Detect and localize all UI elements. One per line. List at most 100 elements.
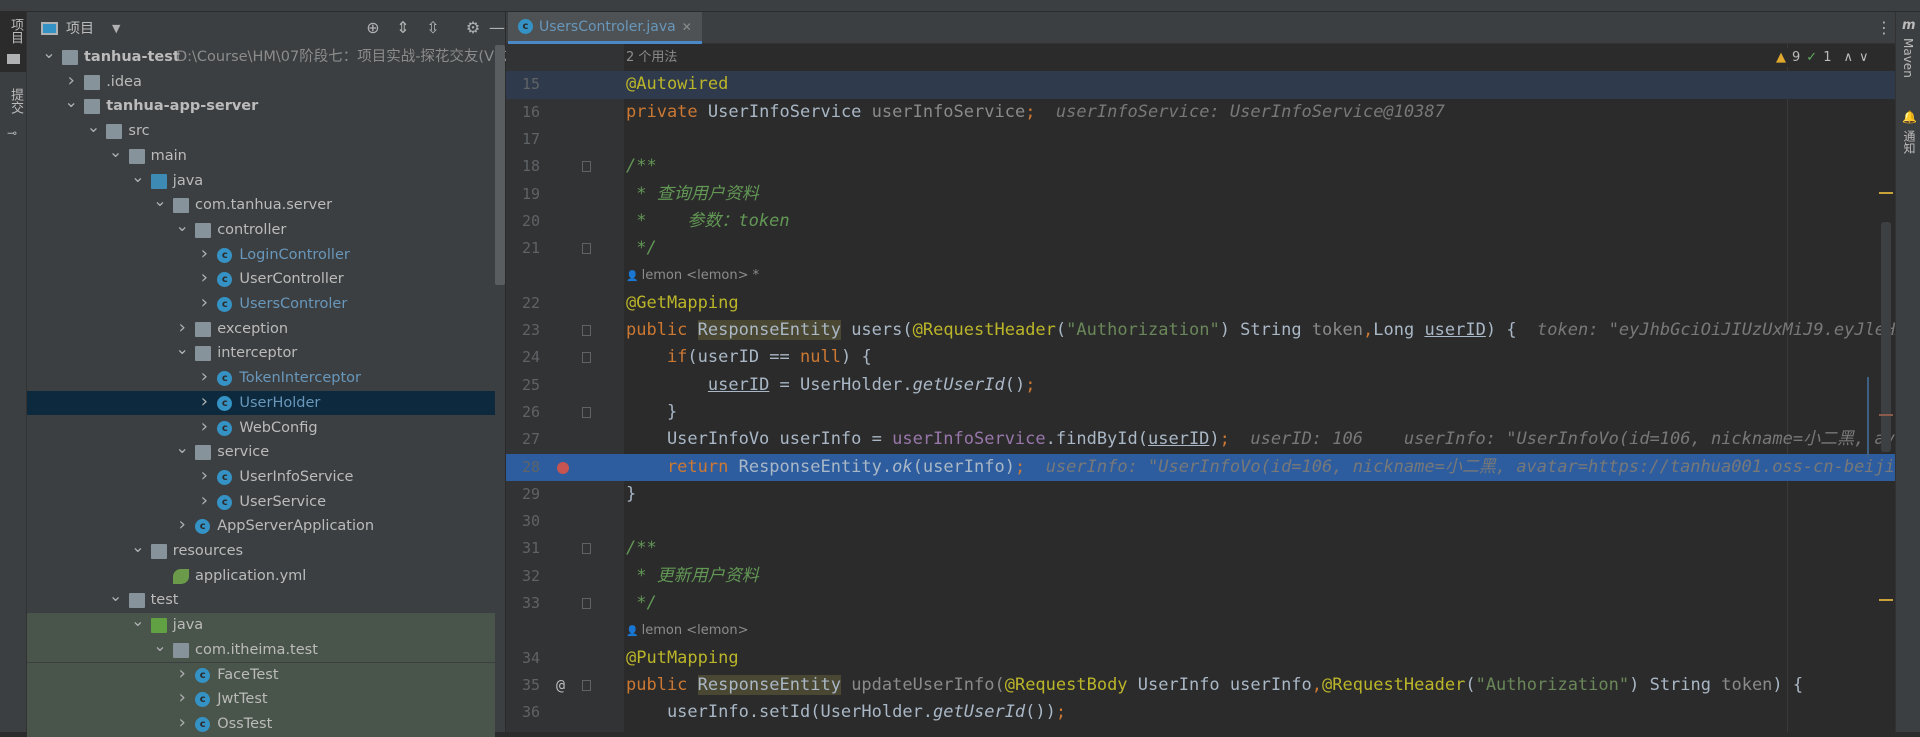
tree-item[interactable]: ⌄ controller [27, 217, 495, 243]
locate-icon[interactable]: ⊕ [363, 18, 383, 38]
inspection-widget[interactable]: ▲ 9 ✓ 1 ∧ ∨ [1770, 48, 1875, 67]
close-icon[interactable]: ✕ [682, 20, 692, 34]
chevron-right-icon[interactable]: › [197, 366, 211, 388]
chevron-right-icon[interactable]: › [175, 663, 189, 685]
chevron-down-icon[interactable]: ⌄ [109, 588, 123, 604]
chevron-right-icon[interactable]: › [197, 292, 211, 314]
hint-text[interactable]: 2 个用法 [626, 50, 677, 65]
tree-item[interactable]: application.yml [27, 564, 495, 589]
maven-icon: m [1902, 18, 1916, 33]
chevron-down-icon[interactable]: ⌄ [153, 193, 167, 209]
fold-marker-icon[interactable] [582, 161, 591, 173]
chevron-right-icon[interactable]: › [197, 243, 211, 265]
tree-item[interactable]: ⌄ main [27, 143, 495, 169]
warning-marker[interactable] [1879, 192, 1893, 194]
fold-marker-icon[interactable] [582, 243, 591, 255]
tree-item[interactable]: › c UserInfoService [27, 465, 495, 490]
tree-item[interactable]: ⌄ service [27, 440, 495, 465]
chevron-down-icon[interactable]: ⌄ [42, 45, 56, 61]
tree-item[interactable]: › c UserController [27, 267, 495, 292]
project-view-title[interactable]: 项目 [66, 18, 94, 38]
tree-item[interactable]: ⌄ resources [27, 539, 495, 564]
line-number: 29 [521, 484, 540, 503]
expand-all-icon[interactable]: ⇕ [393, 18, 413, 38]
code-area[interactable]: 2 个用法 15 @Autowired 16 private UserInfoServi… [506, 44, 1895, 732]
tree-item[interactable]: ⌄ com.itheima.test [27, 637, 495, 663]
next-highlight-icon[interactable]: ∨ [1859, 50, 1869, 65]
chevron-right-icon[interactable]: › [197, 267, 211, 289]
fold-marker-icon[interactable] [582, 352, 591, 364]
tree-item[interactable]: › c UserHolder [27, 390, 495, 416]
error-stripe[interactable] [1867, 44, 1895, 732]
fold-marker-icon[interactable] [582, 543, 591, 555]
hint-text[interactable]: lemon <lemon> [642, 623, 749, 638]
tree-item[interactable]: ⌄ tanhua-test D:\Course\HM\07阶段七：项目实战-探花交友… [27, 45, 532, 70]
warning-marker[interactable] [1879, 599, 1893, 601]
chevron-down-icon[interactable]: ⌄ [175, 217, 189, 234]
tree-scrollbar[interactable] [495, 45, 505, 285]
chevron-right-icon[interactable]: › [175, 712, 189, 734]
chevron-down-icon[interactable]: ⌄ [175, 341, 189, 357]
chevron-down-icon[interactable]: ⌄ [109, 143, 123, 160]
chevron-right-icon[interactable]: › [175, 317, 189, 339]
tree-item[interactable]: ⌄ src [27, 119, 495, 144]
chevron-right-icon[interactable]: › [64, 70, 78, 92]
tree-item[interactable]: ⌄ java [27, 168, 495, 194]
commit-tool-tab[interactable]: 提交 ⊸ [0, 84, 26, 144]
gear-icon[interactable]: ⚙ [463, 18, 483, 38]
tree-item[interactable]: ⌄ java [27, 613, 495, 638]
hint-text[interactable]: lemon <lemon> * [642, 268, 759, 283]
code-text: @Autowired [626, 71, 728, 98]
tree-item[interactable]: › c LoginController [27, 243, 495, 268]
chevron-down-icon[interactable]: ⌄ [64, 94, 78, 110]
chevron-down-icon[interactable]: ⌄ [131, 168, 145, 185]
tree-item[interactable]: ⌄ test [27, 588, 495, 613]
breakpoint-icon[interactable] [557, 461, 569, 474]
tab-userscontroler-java[interactable]: c UsersControler.java ✕ [508, 12, 702, 44]
more-options-icon[interactable]: ⋮ [1876, 18, 1892, 37]
tree-item[interactable]: › c OssTest [27, 711, 495, 737]
editor-scrollbar-thumb[interactable] [1881, 222, 1891, 452]
tree-item[interactable]: › c FaceTest [27, 662, 495, 688]
fold-marker-icon[interactable] [582, 679, 591, 691]
chevron-right-icon[interactable]: › [197, 391, 211, 413]
fold-marker-icon[interactable] [582, 325, 591, 336]
chevron-right-icon[interactable]: › [197, 490, 211, 512]
tree-item[interactable]: ⌄ tanhua-app-server [27, 94, 495, 119]
fold-marker-icon[interactable] [582, 406, 591, 418]
code-token: } [626, 483, 637, 504]
tree-item[interactable]: › c AppServerApplication [27, 514, 495, 539]
code-text: userInfo.setId(UserHolder.getUserId()); [626, 699, 1066, 726]
tree-item[interactable]: › c UsersControler [27, 292, 495, 317]
tree-item[interactable]: › .idea [27, 70, 495, 95]
chevron-down-icon[interactable]: ▼ [112, 22, 120, 35]
code-text: UserInfoVo userInfo = userInfoService.fi… [626, 426, 1895, 453]
code-token: null [800, 347, 841, 368]
tree-item[interactable]: ⌄ interceptor [27, 341, 495, 366]
tree-item[interactable]: › c WebConfig [27, 416, 495, 441]
maven-tool-tab[interactable]: m Maven [1896, 16, 1920, 96]
notifications-tool-tab[interactable]: 🔔 通知 [1896, 108, 1920, 168]
chevron-right-icon[interactable]: › [197, 465, 211, 487]
tree-item[interactable]: › exception [27, 317, 495, 342]
tree-item[interactable]: › c TokenInterceptor [27, 366, 495, 391]
chevron-down-icon[interactable]: ⌄ [86, 119, 100, 135]
chevron-right-icon[interactable]: › [175, 687, 189, 709]
chevron-down-icon[interactable]: ⌄ [175, 440, 189, 456]
tree-item-label: tanhua-app-server [106, 98, 259, 115]
chevron-down-icon[interactable]: ⌄ [153, 637, 167, 654]
error-marker[interactable] [1879, 414, 1893, 416]
minimize-icon[interactable]: — [487, 18, 507, 38]
previous-highlight-icon[interactable]: ∧ [1843, 50, 1853, 65]
tree-item[interactable]: › c JwtTest [27, 687, 495, 712]
mapping-gutter-icon[interactable]: @ [556, 672, 565, 699]
tree-item[interactable]: › c UserService [27, 490, 495, 515]
chevron-right-icon[interactable]: › [175, 514, 189, 536]
chevron-down-icon[interactable]: ⌄ [131, 539, 145, 555]
fold-marker-icon[interactable] [582, 598, 591, 609]
collapse-all-icon[interactable]: ⇳ [423, 18, 443, 38]
chevron-down-icon[interactable]: ⌄ [131, 613, 145, 629]
chevron-right-icon[interactable]: › [197, 416, 211, 438]
tree-item[interactable]: ⌄ com.tanhua.server [27, 193, 495, 218]
project-tool-tab[interactable]: 项目 [0, 12, 26, 72]
